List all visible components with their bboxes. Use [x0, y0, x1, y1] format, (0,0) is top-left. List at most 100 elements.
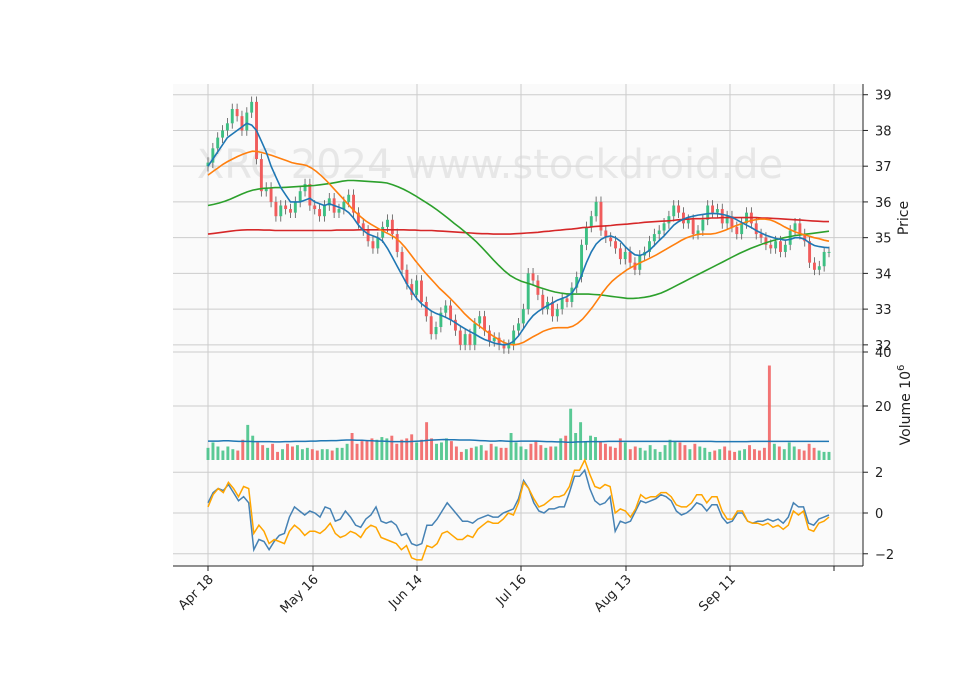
volume-y-tick-label: 20: [875, 400, 892, 415]
candle-body: [759, 234, 763, 238]
volume-bar: [295, 445, 299, 460]
candle-body: [560, 298, 564, 310]
candle-body: [235, 109, 239, 117]
stock-chart: XRC 2024 www.stockdroid.de Apr 18 May 16 J…: [0, 0, 960, 690]
volume-bar: [519, 446, 523, 460]
candle-body: [221, 130, 225, 138]
volume-bar: [335, 447, 339, 460]
candle-body: [395, 234, 399, 252]
candle-body: [628, 251, 632, 263]
volume-bar: [375, 439, 379, 460]
candle-body: [677, 205, 681, 213]
watermark: XRC 2024 www.stockdroid.de: [197, 142, 783, 188]
volume-bar: [723, 446, 727, 460]
candle-body: [517, 323, 520, 331]
candle-body: [463, 334, 467, 345]
volume-bar: [474, 446, 478, 460]
volume-bar: [390, 435, 394, 460]
candle-body: [526, 273, 530, 310]
volume-bar: [673, 441, 677, 460]
volume-bar: [499, 447, 503, 460]
price-y-tick-label: 34: [875, 267, 892, 282]
candle-body: [657, 230, 661, 235]
price-y-tick-label: 38: [875, 124, 892, 139]
volume-bar: [291, 446, 294, 460]
volume-bar: [753, 449, 756, 460]
volume-bar: [415, 442, 419, 460]
candle-body: [555, 309, 559, 317]
volume-bar: [554, 446, 558, 460]
candle-body: [827, 251, 831, 253]
volume-bar: [246, 424, 250, 460]
candle-body: [779, 241, 782, 252]
candle-body: [420, 280, 423, 302]
candle-body: [812, 262, 816, 270]
volume-axis-label-exponent: 6: [896, 365, 907, 371]
volume-bar: [395, 443, 399, 460]
candle-body: [662, 223, 666, 231]
candle-body: [434, 326, 438, 335]
volume-bar: [589, 435, 592, 460]
volume-bar: [574, 433, 578, 460]
candle-body: [279, 205, 283, 217]
candle-body: [672, 205, 676, 217]
candle-body: [822, 251, 826, 267]
volume-bar: [310, 449, 314, 460]
candle-body: [400, 251, 404, 270]
candle-body: [366, 230, 370, 242]
candle-body: [284, 205, 288, 210]
volume-bar: [360, 441, 364, 460]
candle-body: [293, 201, 297, 213]
candle-body: [565, 298, 569, 302]
volume-bar: [286, 443, 289, 460]
volume-bar: [276, 451, 280, 460]
candle-body: [817, 266, 821, 270]
volume-bar: [594, 437, 597, 460]
candle-body: [715, 209, 719, 213]
volume-bar: [445, 438, 448, 460]
volume-bar: [355, 443, 359, 460]
volume-bar: [221, 450, 225, 460]
volume-bar: [420, 439, 424, 460]
candle-body: [623, 251, 627, 260]
candle-body: [415, 280, 419, 295]
volume-bar: [479, 445, 483, 460]
volume-bar: [216, 446, 220, 460]
osc-y-tick-label: −2: [875, 548, 894, 563]
candle-body: [298, 191, 302, 202]
candle-body: [308, 184, 312, 206]
candle-body: [614, 241, 617, 249]
volume-bar: [648, 445, 652, 460]
price-y-tick-label: 39: [875, 89, 892, 104]
candle-body: [711, 205, 715, 213]
candle-body: [250, 101, 254, 113]
volume-bar: [678, 442, 682, 460]
volume-bar: [767, 365, 771, 460]
candle-body: [269, 187, 273, 202]
candle-body: [371, 241, 375, 249]
volume-bar: [504, 447, 508, 460]
volume-bar: [430, 438, 434, 460]
volume-bar: [718, 449, 722, 460]
volume-bar: [400, 439, 404, 460]
candle-body: [386, 219, 389, 227]
volume-bar: [529, 443, 533, 460]
volume-bar: [757, 450, 761, 460]
candle-body: [735, 226, 739, 235]
volume-bar: [236, 450, 240, 460]
volume-bar: [812, 447, 816, 460]
candle-body: [429, 316, 433, 335]
volume-bar: [345, 443, 349, 460]
volume-bar: [668, 439, 672, 460]
candle-body: [740, 223, 744, 235]
volume-bar: [653, 449, 657, 460]
candle-body: [531, 273, 535, 281]
volume-bar: [683, 445, 687, 460]
candle-body: [313, 205, 317, 210]
volume-bar: [599, 441, 602, 460]
volume-bar: [211, 442, 215, 460]
candle-body: [478, 316, 482, 324]
volume-bar: [271, 443, 275, 460]
candle-body: [424, 301, 428, 317]
volume-axis-label-text: Volume 10: [898, 371, 914, 445]
